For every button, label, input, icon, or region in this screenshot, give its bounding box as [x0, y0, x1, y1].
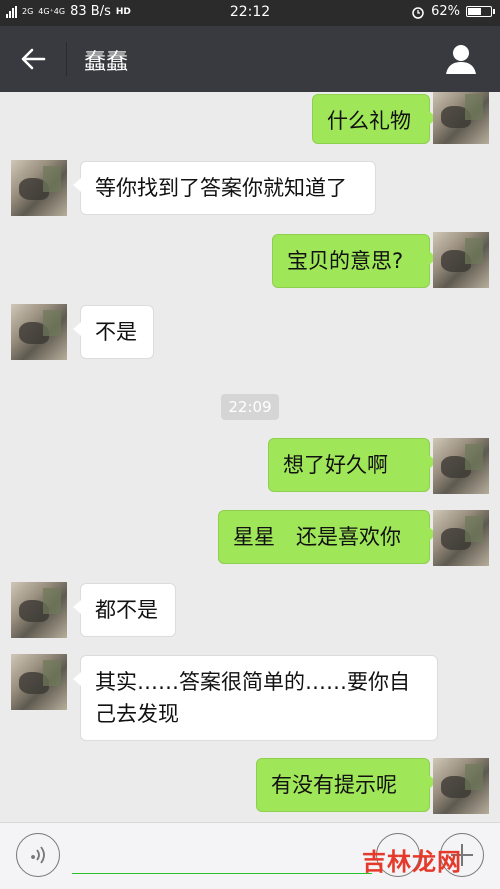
message-bubble-outgoing[interactable]: 有没有提示呢 [256, 758, 437, 812]
person-icon[interactable] [444, 42, 478, 76]
my-avatar[interactable] [433, 92, 489, 144]
contact-avatar[interactable] [11, 304, 67, 360]
my-avatar[interactable] [433, 232, 489, 288]
status-bar: 2G 4G⁺4G 83 B/s HD 22:12 62% [0, 0, 500, 26]
contact-avatar[interactable] [11, 582, 67, 638]
my-avatar[interactable] [433, 510, 489, 566]
message-bubble-incoming[interactable]: 都不是 [73, 583, 176, 637]
time-separator: 22:09 [221, 394, 279, 420]
my-avatar[interactable] [433, 758, 489, 814]
message-bubble-incoming[interactable]: 不是 [73, 305, 154, 359]
message-input[interactable] [72, 873, 372, 874]
voice-icon[interactable] [16, 833, 60, 877]
battery-icon [466, 6, 495, 17]
message-bubble-outgoing[interactable]: 什么礼物 [312, 94, 437, 144]
chat-title: 蠢蠢 [84, 50, 129, 75]
message-bubble-outgoing[interactable]: 星星 还是喜欢你 [218, 510, 437, 564]
contact-avatar[interactable] [11, 654, 67, 710]
alarm-icon [412, 6, 424, 19]
message-bubble-incoming[interactable]: 其实……答案很简单的……要你自己去发现 [73, 655, 438, 741]
contact-avatar[interactable] [11, 160, 67, 216]
message-bubble-outgoing[interactable]: 宝贝的意思? [272, 234, 437, 288]
message-bubble-outgoing[interactable]: 想了好久啊 [268, 438, 437, 492]
header-divider [66, 42, 67, 76]
battery-percent: 62% [431, 4, 460, 19]
message-bubble-incoming[interactable]: 等你找到了答案你就知道了 [73, 161, 376, 215]
site-watermark: 吉林龙网 [362, 848, 462, 876]
my-avatar[interactable] [433, 438, 489, 494]
arrow-left-icon[interactable] [18, 44, 50, 74]
chat-header: 蠢蠢 [0, 26, 500, 92]
message-list[interactable]: 什么礼物 等你找到了答案你就知道了 宝贝的意思? 不是 22:09 想了好久啊 … [0, 92, 500, 822]
